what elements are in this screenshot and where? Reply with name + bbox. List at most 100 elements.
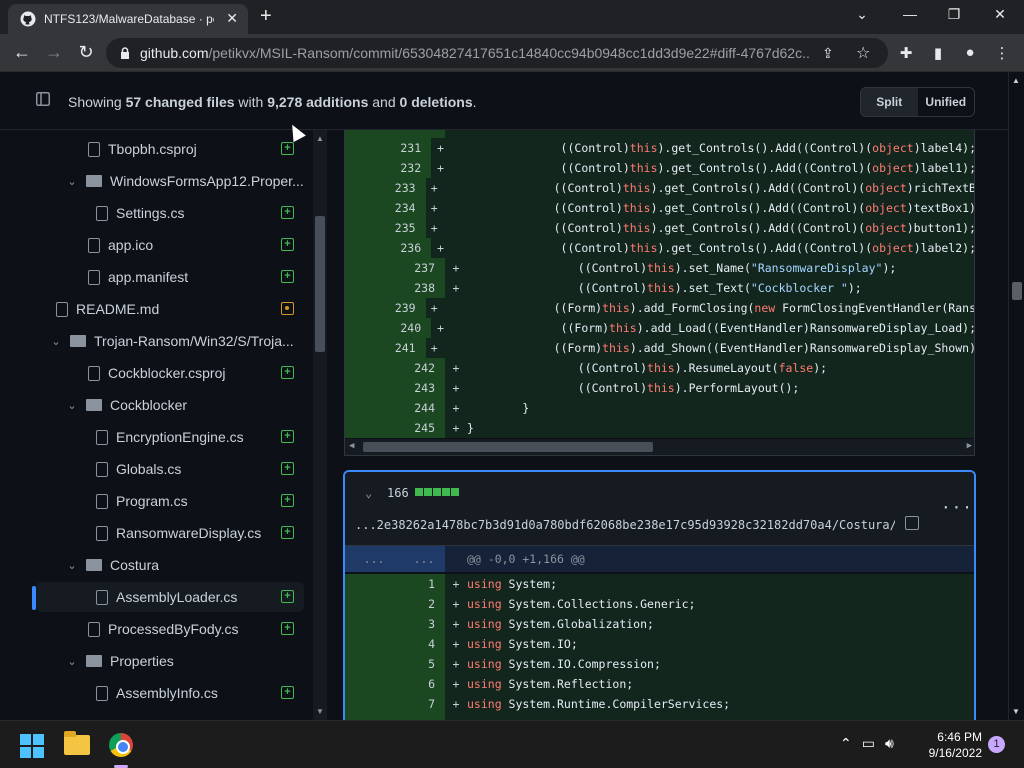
line-number[interactable]: 244 [345,398,445,418]
chrome-icon[interactable] [109,733,133,757]
tree-file[interactable]: AssemblyInfo.cs + [36,678,304,708]
scroll-right-icon[interactable]: ▶ [967,441,972,451]
close-window-button[interactable]: ✕ [990,6,1010,23]
page-scrollbar-thumb[interactable] [1012,282,1022,300]
page-scroll-down-icon[interactable]: ▼ [1012,707,1020,716]
code-text: ((Control)this).get_Controls().Add((Cont… [553,221,975,235]
tree-file[interactable]: AssemblyLoader.cs + [36,582,304,612]
scroll-up-icon[interactable]: ▲ [316,134,324,143]
code-text: ((Control)this).set_Name("RansomwareDisp… [577,261,897,275]
volume-icon[interactable]: 🔊︎ [885,735,894,752]
scroll-down-icon[interactable]: ▼ [316,707,324,716]
diff-line: 243 + ((Control)this).PerformLayout(); [345,378,974,398]
show-hidden-icons-icon[interactable]: ⌃ [840,735,852,752]
expand-hunk-right[interactable]: ... [403,546,445,572]
diff-line: 4 + using System.IO; [345,634,974,654]
line-number[interactable]: 242 [345,358,445,378]
close-tab-icon[interactable]: ✕ [226,10,238,27]
tree-file[interactable]: app.ico + [36,230,304,260]
share-icon[interactable]: ⇪ [822,45,834,62]
forward-button[interactable]: → [44,43,64,61]
new-tab-button[interactable]: + [260,6,272,26]
line-number[interactable]: 243 [345,378,445,398]
line-number[interactable]: 240 [345,318,432,338]
horizontal-scrollbar-thumb[interactable] [363,442,653,452]
scrollbar-thumb[interactable] [315,216,325,352]
file-explorer-icon[interactable] [64,731,90,755]
tree-file[interactable]: ProcessedByFody.cs + [36,614,304,644]
tree-item-label: Trojan-Ransom/Win32/S/Troja... [94,333,294,349]
folder-chevron-icon[interactable]: ⌄ [64,559,80,572]
tab-search-icon[interactable]: ⌄ [852,6,872,23]
line-number[interactable]: 1 [345,574,445,594]
folder-icon [86,399,102,411]
tree-file[interactable]: EncryptionEngine.cs + [36,422,304,452]
tree-file[interactable]: Cockblocker.csproj + [36,358,304,388]
line-number[interactable]: 239 [345,298,426,318]
folder-chevron-icon[interactable]: ⌄ [64,655,80,668]
windows-start-icon[interactable] [20,734,44,758]
side-panel-icon[interactable]: ▮ [928,44,948,62]
folder-chevron-icon[interactable]: ⌄ [64,399,80,412]
line-number[interactable]: 5 [345,654,445,674]
tree-file[interactable]: README.md [36,294,304,324]
diff-file-path[interactable]: ...2e38262a1478bc7b3d91d0a780bdf62068be2… [355,518,895,532]
line-number[interactable]: 233 [345,178,426,198]
line-number[interactable]: 237 [345,258,445,278]
unified-view-button[interactable]: Unified [918,88,975,116]
expand-hunk-left[interactable]: ... [345,546,403,572]
folder-chevron-icon[interactable]: ⌄ [64,175,80,188]
restore-button[interactable]: ❐ [944,6,964,23]
minimize-button[interactable]: — [900,6,920,22]
collapse-chevron-icon[interactable]: ⌄ [365,486,372,500]
notification-badge[interactable]: 1 [988,736,1005,753]
address-bar[interactable]: github.com/petikvx/MSIL-Ransom/commit/65… [106,38,888,68]
line-number[interactable]: 7 [345,694,445,714]
tree-folder[interactable]: ⌄ Trojan-Ransom/Win32/S/Troja... [36,326,304,356]
tree-file[interactable]: RansomwareDisplay.cs + [36,518,304,548]
extensions-icon[interactable]: ✚ [896,44,916,62]
page-scrollbar[interactable]: ▲ ▼ [1008,72,1024,720]
line-number[interactable]: 234 [345,198,426,218]
scroll-left-icon[interactable]: ◀ [349,441,354,451]
line-number[interactable]: 3 [345,614,445,634]
line-number[interactable]: 236 [345,238,432,258]
taskbar-clock[interactable]: 6:46 PM 9/16/2022 [918,729,982,761]
tree-file[interactable]: Program.cs + [36,486,304,516]
line-number[interactable]: 4 [345,634,445,654]
line-number[interactable]: 231 [345,138,432,158]
line-number[interactable]: 245 [345,418,445,438]
toggle-file-tree-icon[interactable] [36,92,50,106]
tree-item-label: Globals.cs [116,461,182,477]
split-view-button[interactable]: Split [861,88,918,116]
copy-path-icon[interactable] [905,516,919,530]
line-number[interactable]: 232 [345,158,432,178]
browser-tab[interactable]: NTFS123/MalwareDatabase · pet ✕ [8,4,248,34]
line-number[interactable]: 2 [345,594,445,614]
more-options-icon[interactable]: ··· [941,498,973,517]
file-tree-scrollbar[interactable]: ▲ ▼ [313,130,327,720]
bookmark-star-icon[interactable]: ☆ [856,43,870,63]
profile-icon[interactable]: ● [960,44,980,61]
line-number[interactable]: 6 [345,674,445,694]
line-number[interactable]: 241 [345,338,426,358]
github-icon [20,11,36,27]
page-scroll-up-icon[interactable]: ▲ [1012,76,1020,85]
tree-folder[interactable]: ⌄ Cockblocker [36,390,304,420]
menu-icon[interactable]: ⋮ [992,44,1012,62]
tree-file[interactable]: Tbopbh.csproj + [36,134,304,164]
reload-button[interactable]: ↻ [76,43,96,61]
line-number[interactable]: 235 [345,218,426,238]
tree-folder[interactable]: ⌄ WindowsFormsApp12.Proper... [36,166,304,196]
folder-chevron-icon[interactable]: ⌄ [48,335,64,348]
diff-add-marker: + [436,141,444,155]
tree-folder[interactable]: ⌄ Properties [36,646,304,676]
tree-file[interactable]: Settings.cs + [36,198,304,228]
network-icon[interactable]: ▭ [862,735,875,752]
tree-folder[interactable]: ⌄ Costura [36,550,304,580]
horizontal-scrollbar[interactable]: ◀ ▶ [345,439,974,455]
back-button[interactable]: ← [12,43,32,61]
tree-file[interactable]: app.manifest + [36,262,304,292]
line-number[interactable]: 238 [345,278,445,298]
tree-file[interactable]: Globals.cs + [36,454,304,484]
